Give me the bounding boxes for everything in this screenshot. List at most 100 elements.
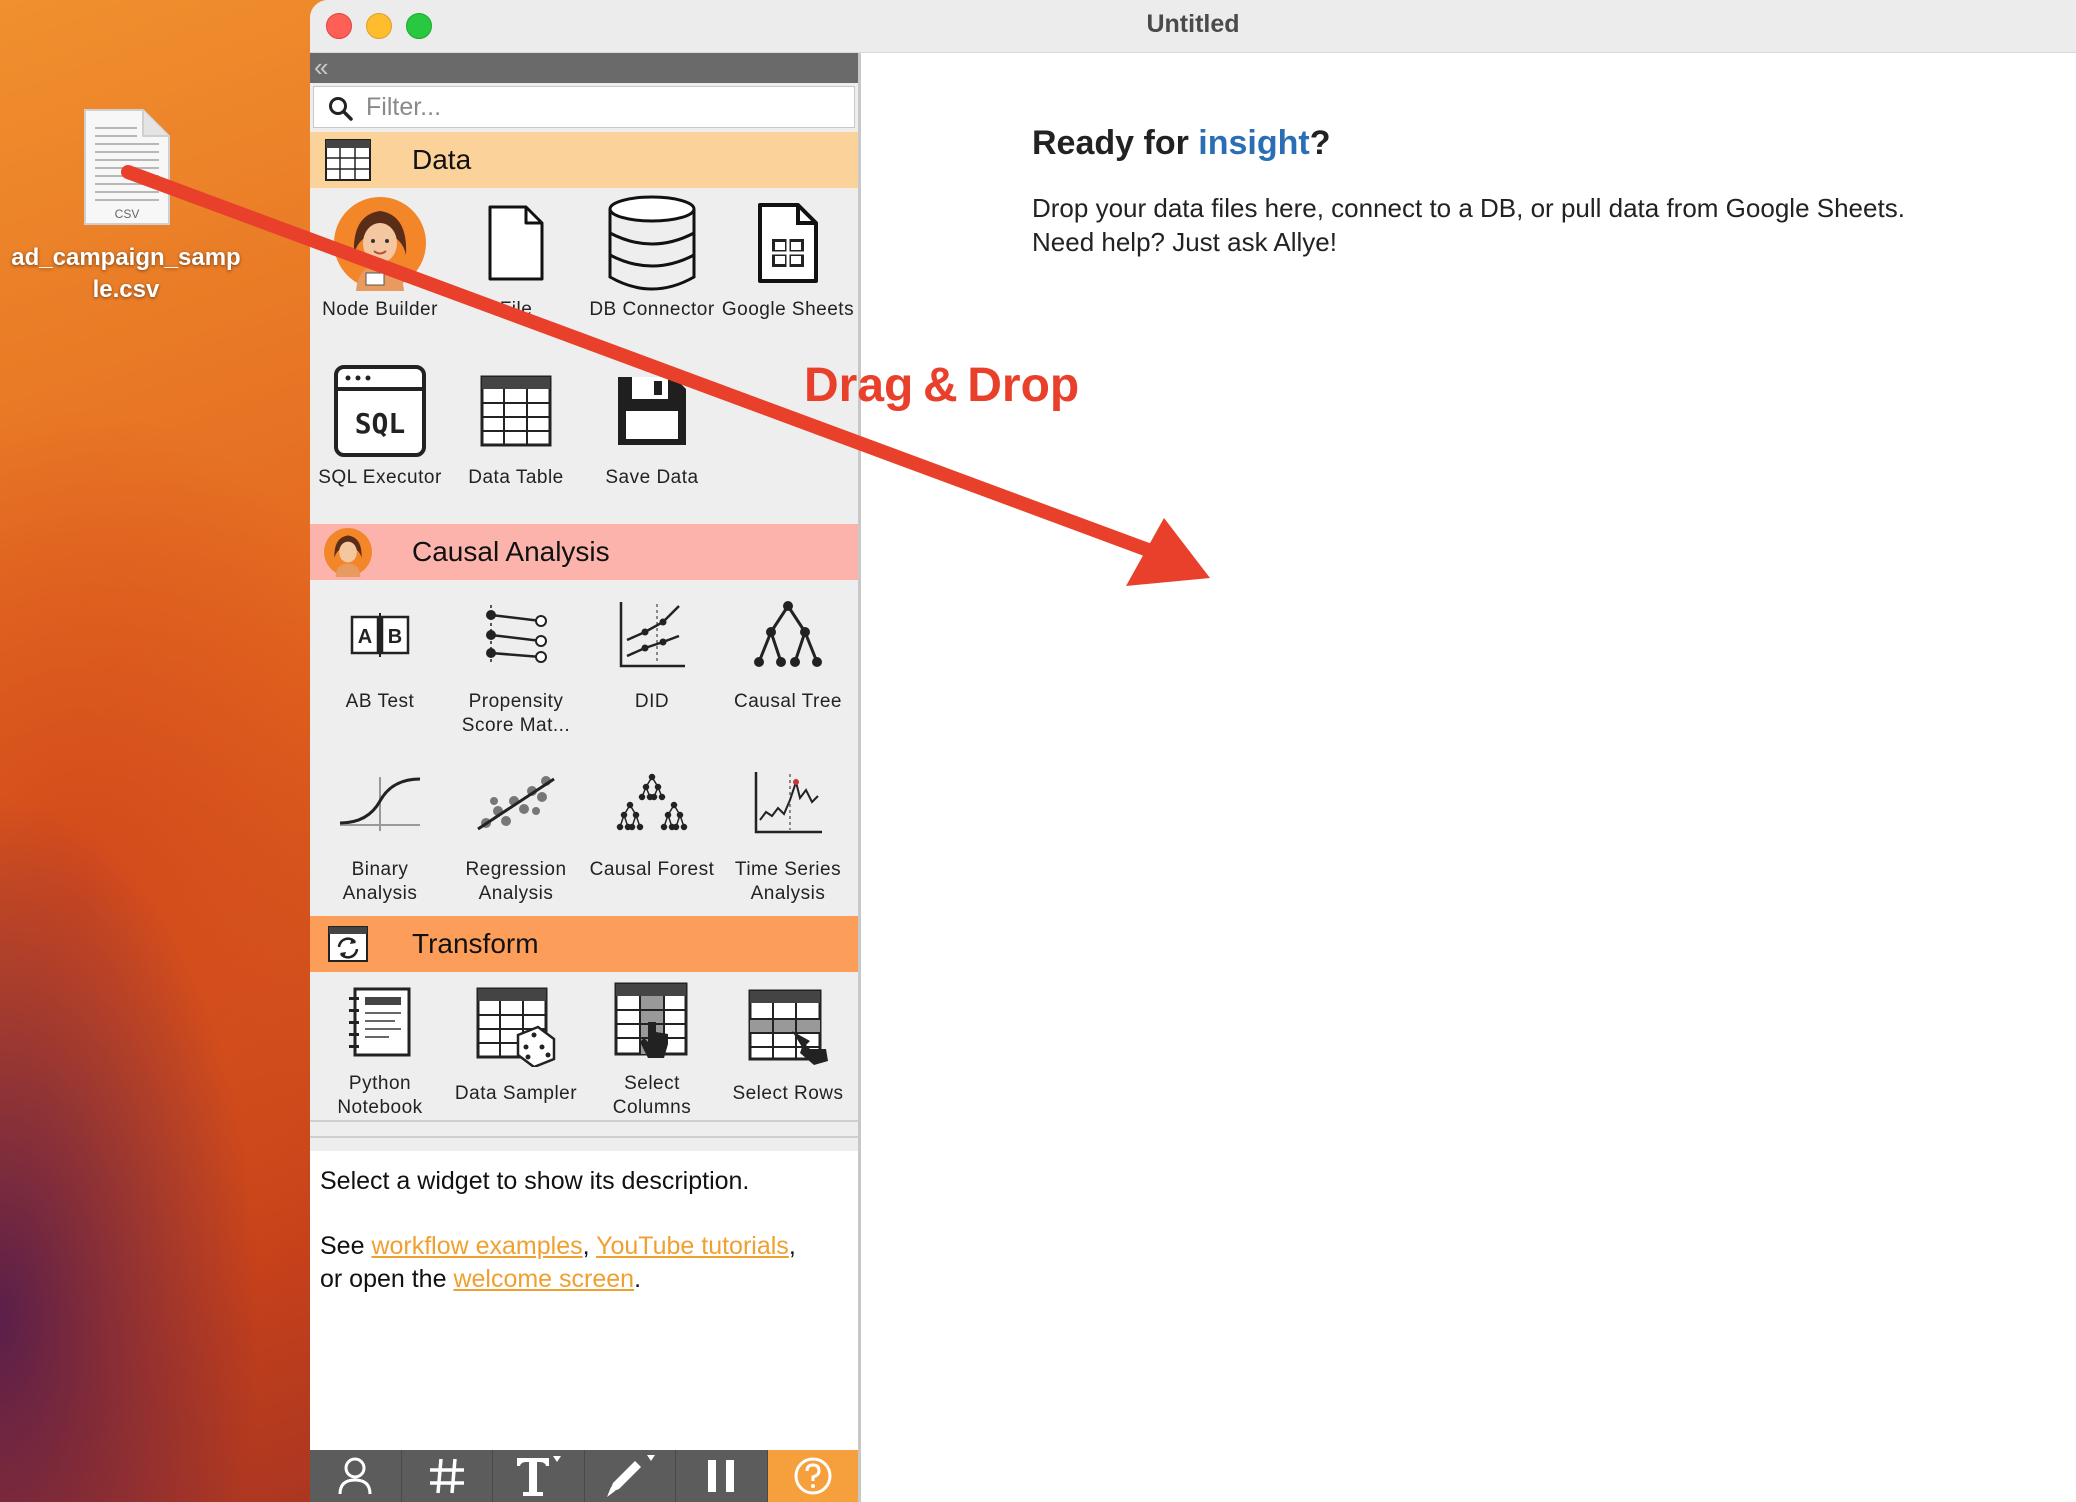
- widget-label: Propensity Score Mat...: [461, 691, 571, 736]
- widget-time-series-analysis[interactable]: Time Series Analysis: [720, 748, 856, 916]
- widget-db-connector[interactable]: DB Connector: [584, 188, 720, 356]
- widget-causal-forest[interactable]: Causal Forest: [584, 748, 720, 916]
- widget-label: AB Test: [345, 691, 415, 712]
- workflow-examples-link[interactable]: workflow examples: [371, 1232, 582, 1260]
- headline-suffix: ?: [1309, 124, 1331, 162]
- period-text: .: [634, 1265, 642, 1293]
- desktop-file-name: ad_campaign_sample.csv: [11, 244, 241, 303]
- user-icon: [338, 1457, 372, 1495]
- collapse-panel-button[interactable]: «: [310, 53, 858, 83]
- headline-accent: insight: [1198, 124, 1310, 162]
- category-header-transform[interactable]: Transform: [310, 916, 858, 972]
- category-title-data: Data: [412, 144, 472, 175]
- ab-icon-b: B: [388, 626, 402, 648]
- search-icon: [329, 97, 353, 121]
- did-chart-icon: [592, 580, 712, 690]
- help-icon: [794, 1457, 832, 1495]
- user-button[interactable]: [310, 1450, 402, 1502]
- widget-node-builder[interactable]: Node Builder: [312, 188, 448, 356]
- widget-label: Data Sampler: [454, 1083, 578, 1104]
- widget-propensity-score-matching[interactable]: Propensity Score Mat...: [448, 580, 584, 748]
- widget-select-columns[interactable]: Select Columns: [584, 972, 720, 1120]
- widget-did[interactable]: DID: [584, 580, 720, 748]
- widget-label: Causal Forest: [589, 859, 715, 880]
- sigmoid-curve-icon: [320, 748, 440, 858]
- widget-regression-analysis[interactable]: Regression Analysis: [448, 748, 584, 916]
- pause-icon: [708, 1460, 735, 1492]
- sql-window-icon: SQL: [320, 356, 440, 466]
- widget-data-sampler[interactable]: Data Sampler: [448, 972, 584, 1120]
- data-widget-grid: Node Builder File DB Connector Google Sh…: [310, 188, 858, 524]
- sql-icon-text: SQL: [355, 407, 406, 440]
- category-header-data[interactable]: Data: [310, 132, 858, 188]
- csv-file-icon: CSV: [81, 108, 171, 226]
- canvas-headline: Ready for insight?: [1032, 124, 1330, 163]
- select-columns-icon: [592, 972, 712, 1072]
- widget-panel: « Data: [310, 53, 861, 1502]
- desktop-csv-file[interactable]: CSV ad_campaign_sample.csv: [0, 108, 252, 306]
- category-title-transform: Transform: [412, 928, 539, 959]
- widget-label: Save Data: [605, 467, 699, 488]
- headline-prefix: Ready for: [1032, 124, 1199, 162]
- scatter-regression-icon: [456, 748, 576, 858]
- panel-splitter[interactable]: [310, 1120, 858, 1138]
- widget-label: Select Rows: [732, 1083, 844, 1104]
- widget-label: File: [499, 299, 533, 320]
- widget-label: Google Sheets: [721, 299, 855, 320]
- category-header-causal-analysis[interactable]: Causal Analysis: [310, 524, 858, 580]
- widget-file[interactable]: File: [448, 188, 584, 356]
- instructions-line-1: Drop your data files here, connect to a …: [1032, 193, 1905, 223]
- pause-button[interactable]: [676, 1450, 768, 1502]
- allye-avatar-icon: [316, 524, 380, 580]
- allye-avatar-icon: [320, 188, 440, 298]
- draw-button[interactable]: [585, 1450, 676, 1502]
- spreadsheet-file-icon: [728, 188, 848, 298]
- pen-icon: [606, 1455, 655, 1497]
- widget-label: Data Table: [468, 467, 564, 488]
- widget-select-rows[interactable]: Select Rows: [720, 972, 856, 1120]
- separator-text: ,: [788, 1232, 796, 1260]
- widget-label: Causal Tree: [734, 691, 842, 712]
- transform-widget-grid: Python Notebook Data Sampler Select Colu…: [310, 972, 858, 1120]
- matching-icon: [456, 580, 576, 690]
- text-annotation-button[interactable]: [493, 1450, 585, 1502]
- widget-label: Time Series Analysis: [734, 859, 842, 904]
- ab-test-icon: A B: [320, 580, 440, 690]
- widget-label: Select Columns: [612, 1073, 692, 1118]
- database-icon: [592, 188, 712, 298]
- widget-causal-tree[interactable]: Causal Tree: [720, 580, 856, 748]
- double-chevron-left-icon: «: [314, 52, 329, 82]
- table-icon: [316, 132, 380, 188]
- widget-label: Node Builder: [322, 299, 438, 320]
- widget-google-sheets[interactable]: Google Sheets: [720, 188, 856, 356]
- widget-label: Binary Analysis: [342, 859, 418, 904]
- csv-file-type: CSV: [115, 207, 140, 221]
- separator-text: ,: [582, 1232, 597, 1260]
- widget-label: DID: [634, 691, 670, 712]
- workflow-canvas[interactable]: [861, 53, 2076, 1502]
- filter-input[interactable]: [364, 91, 848, 123]
- forest-icon: [592, 748, 712, 858]
- instructions-line-2: Need help? Just ask Allye!: [1032, 227, 1337, 257]
- widget-sql-executor[interactable]: SQL SQL Executor: [312, 356, 448, 524]
- window-title: Untitled: [1146, 10, 1240, 38]
- widget-data-table[interactable]: Data Table: [448, 356, 584, 524]
- widget-save-data[interactable]: Save Data: [584, 356, 720, 524]
- ab-icon-a: A: [358, 626, 372, 648]
- data-table-icon: [456, 356, 576, 466]
- welcome-screen-link[interactable]: welcome screen: [453, 1265, 634, 1293]
- grid-button[interactable]: [402, 1450, 493, 1502]
- widget-description-area: Select a widget to show its description.…: [310, 1151, 858, 1450]
- widget-python-notebook[interactable]: Python Notebook: [312, 972, 448, 1120]
- dice-table-icon: [456, 972, 576, 1082]
- see-text: See: [320, 1232, 372, 1260]
- help-button[interactable]: [767, 1450, 858, 1502]
- widget-binary-analysis[interactable]: Binary Analysis: [312, 748, 448, 916]
- widget-label: Python Notebook: [337, 1073, 423, 1118]
- youtube-tutorials-link[interactable]: YouTube tutorials: [596, 1232, 789, 1260]
- filter-field[interactable]: [313, 86, 855, 128]
- widget-label: Regression Analysis: [465, 859, 567, 904]
- description-text: Select a widget to show its description.: [320, 1167, 750, 1195]
- widget-ab-test[interactable]: A B AB Test: [312, 580, 448, 748]
- widget-label: SQL Executor: [318, 467, 442, 488]
